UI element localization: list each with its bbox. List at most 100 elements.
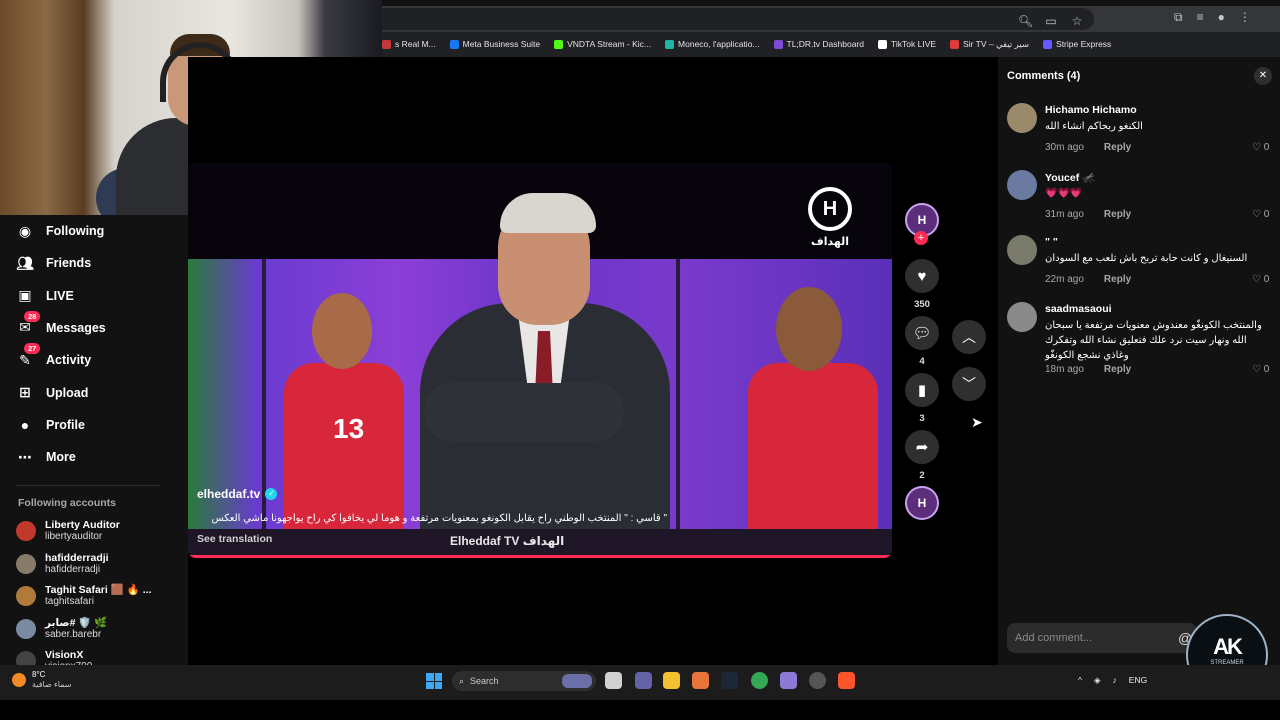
bookmark-item[interactable]: VNDTA Stream - Kic...: [554, 39, 651, 49]
avatar[interactable]: [1007, 302, 1037, 332]
comment-like-button[interactable]: ♡ 0: [1252, 364, 1269, 375]
bookmark-label: Meta Business Suite: [462, 39, 541, 49]
creator-avatar-button[interactable]: H +: [904, 203, 940, 245]
video-progress-bar[interactable]: [188, 555, 892, 558]
comment-author[interactable]: Hichamo Hichamo: [1045, 104, 1137, 116]
bookmark-icon[interactable]: ▮: [905, 373, 939, 407]
sound-disc-icon[interactable]: H: [905, 486, 939, 520]
comment-author[interactable]: Youcef 🦟: [1045, 171, 1095, 184]
reply-button[interactable]: Reply: [1104, 142, 1131, 153]
add-comment-input[interactable]: [1007, 623, 1197, 653]
like-action[interactable]: ♥ 350: [904, 259, 940, 310]
sidebar-item-more[interactable]: ⋯ More: [16, 448, 76, 466]
browser-menu-icon[interactable]: ⋮: [1239, 10, 1251, 25]
comment-action[interactable]: 💬︎ 4: [904, 316, 940, 367]
bookmark-item[interactable]: Sir TV – سير تيفي: [950, 39, 1029, 50]
sidebar-item-following[interactable]: ◉ Following: [16, 222, 104, 240]
follow-plus-icon[interactable]: +: [914, 231, 928, 245]
heart-icon[interactable]: ♥: [905, 259, 939, 293]
install-app-icon[interactable]: ▭: [1044, 12, 1058, 30]
profile-avatar-icon[interactable]: ●: [1218, 10, 1225, 25]
windows-taskbar: 8°C سماء صافية ⌕ Search ^ ◈ ♪ ENG: [0, 665, 1280, 700]
sidebar-item-activity[interactable]: ✎ 27 Activity: [16, 343, 91, 369]
comment-like-button[interactable]: ♡ 0: [1252, 274, 1269, 285]
sidebar-item-messages[interactable]: ✉ 28 Messages: [16, 310, 106, 337]
app-a-icon[interactable]: [692, 672, 709, 689]
account-name: hafidderradji: [45, 551, 109, 564]
zoom-icon[interactable]: 🔍︎: [1018, 12, 1033, 30]
file-explorer-icon[interactable]: [663, 672, 680, 689]
previous-video-chevron-up-icon[interactable]: ︿: [952, 320, 986, 354]
reply-button[interactable]: Reply: [1104, 274, 1131, 285]
bookmark-item[interactable]: TL;DR.tv Dashboard: [773, 39, 864, 49]
bookmark-label: Sir TV – سير تيفي: [963, 38, 1030, 49]
comment-author[interactable]: saadmasaoui: [1045, 303, 1112, 315]
teams-icon[interactable]: [635, 672, 652, 689]
bookmark-item[interactable]: TikTok LIVE: [878, 39, 936, 49]
following-account-item[interactable]: hafidderradji hafidderradji: [16, 552, 109, 576]
avatar[interactable]: [1007, 235, 1037, 265]
microphone-icon[interactable]: ♪: [1113, 675, 1117, 686]
close-icon[interactable]: ✕: [1254, 67, 1272, 85]
sound-avatar-button[interactable]: H: [904, 486, 940, 520]
bookmark-label: s Real M...: [395, 39, 436, 49]
reply-button[interactable]: Reply: [1104, 364, 1131, 375]
sidebar-item-upload[interactable]: ⊞ Upload: [16, 384, 88, 402]
taskbar-search-box[interactable]: ⌕ Search: [452, 671, 596, 691]
windows-start-icon[interactable]: [426, 673, 442, 689]
comment-bubble-icon[interactable]: 💬︎: [905, 316, 939, 350]
see-translation-link[interactable]: See translation: [197, 533, 272, 545]
video-player[interactable]: 13 H الهداف elheddaf.tv ✓ " قاسي : " الم…: [188, 163, 892, 558]
system-tray: ^ ◈ ♪ ENG: [1078, 675, 1147, 686]
bookmark-favicon-icon: [554, 39, 564, 49]
bookmark-label: Moneco, l'applicatio...: [678, 39, 760, 49]
left-sidebar: Following accounts ◉ Following 👥︎ Friends ▣ L…: [0, 215, 188, 672]
bookmark-item[interactable]: s Real M...: [382, 39, 436, 49]
obs-icon[interactable]: [809, 672, 826, 689]
sidebar-item-profile[interactable]: ● Profile: [16, 416, 85, 434]
brave-icon[interactable]: [838, 672, 855, 689]
heart-outline-icon: ♡: [1252, 142, 1264, 153]
weather-widget[interactable]: 8°C سماء صافية: [12, 670, 72, 690]
comment-meta: 31m ago Reply: [1045, 209, 1131, 220]
weather-condition: سماء صافية: [32, 680, 72, 689]
video-author[interactable]: elheddaf.tv ✓: [197, 487, 278, 501]
avatar[interactable]: [1007, 103, 1037, 133]
sidebar-item-label: Profile: [46, 417, 85, 432]
media-controls-icon[interactable]: ≡: [1197, 10, 1204, 25]
comment-like-button[interactable]: ♡ 0: [1252, 209, 1269, 220]
activity-icon: ✎ 27: [16, 343, 41, 369]
sidebar-divider: [16, 485, 160, 486]
reply-button[interactable]: Reply: [1104, 209, 1131, 220]
steam-icon[interactable]: [721, 672, 738, 689]
task-view-icon[interactable]: [605, 672, 622, 689]
comment-author[interactable]: " ": [1045, 236, 1058, 248]
bookmark-star-icon[interactable]: ☆: [1070, 12, 1084, 30]
next-video-chevron-down-icon[interactable]: ﹀: [952, 367, 986, 401]
extensions-icon[interactable]: ⧉: [1174, 10, 1183, 25]
pen-app-icon[interactable]: [780, 672, 797, 689]
following-account-item[interactable]: صابر# 🛡️ 🌿 saber.barebr: [16, 617, 107, 641]
chrome-icon[interactable]: [751, 672, 768, 689]
address-bar[interactable]: 🔍︎ ▭ ☆: [382, 8, 1094, 30]
like-count: 350: [914, 299, 930, 310]
sidebar-item-friends[interactable]: 👥︎ Friends: [16, 254, 91, 272]
video-author-name[interactable]: elheddaf.tv: [197, 487, 260, 501]
comment-like-button[interactable]: ♡ 0: [1252, 142, 1269, 153]
share-arrow-icon[interactable]: ➦: [905, 430, 939, 464]
avatar[interactable]: [1007, 170, 1037, 200]
chevron-up-icon[interactable]: ^: [1078, 675, 1082, 686]
sidebar-item-live[interactable]: ▣ LIVE: [16, 287, 73, 305]
bookmark-item[interactable]: Moneco, l'applicatio...: [665, 39, 760, 49]
toolbar: 🔍︎ ▭ ☆ ⧉ ≡ ● ⋮: [382, 6, 1280, 32]
comment-time: 30m ago: [1045, 142, 1084, 153]
language-indicator[interactable]: ENG: [1129, 675, 1147, 686]
following-account-item[interactable]: Taghit Safari 🟫 🔥 ... taghitsafari: [16, 584, 151, 608]
share-action[interactable]: ➦ 2: [904, 430, 940, 481]
comment-time: 31m ago: [1045, 209, 1084, 220]
network-icon[interactable]: ◈: [1094, 675, 1101, 686]
bookmark-item[interactable]: Stripe Express: [1043, 39, 1111, 49]
bookmark-item[interactable]: Meta Business Suite: [449, 39, 541, 49]
save-action[interactable]: ▮ 3: [904, 373, 940, 424]
following-account-item[interactable]: Liberty Auditor libertyauditor: [16, 519, 120, 543]
